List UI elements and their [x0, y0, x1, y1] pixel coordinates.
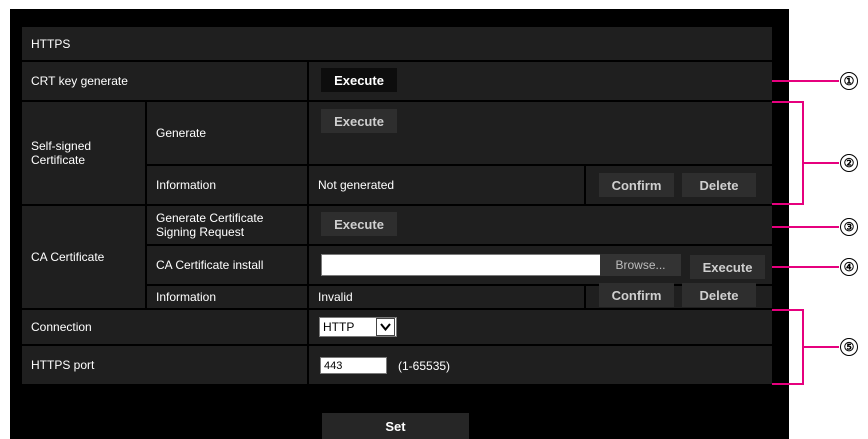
connection-select[interactable]: HTTP — [319, 317, 397, 337]
self-signed-confirm-button[interactable]: Confirm — [599, 173, 674, 197]
https-port-label: HTTPS port — [22, 346, 307, 384]
ca-information-label: Information — [147, 286, 307, 308]
ca-delete-button[interactable]: Delete — [682, 283, 756, 307]
callout-number-5: ⑤ — [840, 338, 858, 356]
self-signed-certificate-label: Self-signed Certificate — [22, 102, 145, 204]
callout-bracket-2-vertical — [802, 101, 804, 205]
self-signed-information-value: Not generated — [309, 166, 584, 204]
ca-install-label: CA Certificate install — [147, 246, 307, 284]
callout-number-3: ③ — [840, 218, 858, 236]
set-button[interactable]: Set — [322, 413, 469, 439]
callout-bracket-2-top — [772, 101, 804, 103]
callout-line-2 — [803, 162, 839, 164]
self-signed-generate-execute-button[interactable]: Execute — [321, 109, 397, 133]
callout-number-2: ② — [840, 154, 858, 172]
https-port-range: (1-65535) — [398, 359, 451, 373]
chevron-down-icon — [376, 318, 395, 336]
self-signed-delete-button[interactable]: Delete — [682, 173, 756, 197]
connection-label: Connection — [22, 310, 307, 344]
callout-bracket-5-bottom — [772, 383, 804, 385]
section-header: HTTPS — [22, 27, 772, 60]
browse-button[interactable]: Browse... — [600, 254, 681, 276]
callout-number-1: ① — [840, 72, 858, 90]
csr-execute-button[interactable]: Execute — [321, 212, 397, 236]
callout-line-5 — [803, 346, 839, 348]
ca-certificate-label: CA Certificate — [22, 206, 145, 308]
ca-information-value: Invalid — [309, 286, 584, 308]
callout-bracket-2-bottom — [772, 203, 804, 205]
callout-line-1 — [772, 80, 839, 82]
ca-confirm-button[interactable]: Confirm — [599, 283, 674, 307]
crt-key-generate-label: CRT key generate — [22, 62, 307, 100]
ca-install-file-input[interactable] — [321, 254, 601, 276]
callout-line-3 — [772, 226, 839, 228]
callout-bracket-5-top — [772, 309, 804, 311]
crt-key-execute-button[interactable]: Execute — [321, 68, 397, 92]
callout-line-4 — [772, 266, 839, 268]
section-title: HTTPS — [31, 36, 71, 51]
self-signed-information-label: Information — [147, 166, 307, 204]
self-signed-generate-label: Generate — [147, 102, 307, 164]
https-port-input[interactable]: 443 — [320, 357, 387, 374]
callout-number-4: ④ — [840, 258, 858, 276]
csr-label: Generate Certificate Signing Request — [147, 206, 307, 244]
ca-install-execute-button[interactable]: Execute — [690, 255, 765, 279]
